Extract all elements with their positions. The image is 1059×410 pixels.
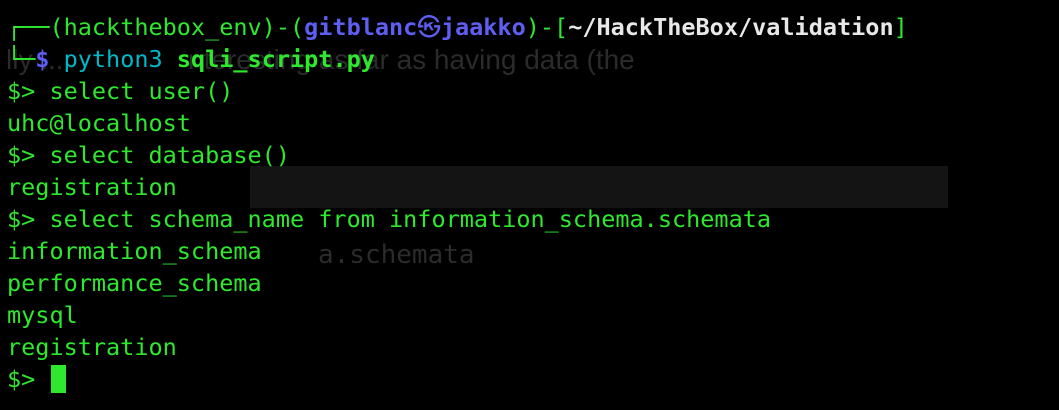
prompt-username: gitblanc <box>304 13 418 41</box>
sqli-result-text: registration <box>7 333 177 361</box>
prompt-dash: - <box>275 13 290 41</box>
sqli-input-line: $> select database() <box>7 139 1059 171</box>
command-argument: sqli_script.py <box>176 45 375 73</box>
sqli-output-line: registration <box>7 171 1059 203</box>
command-word: python3 <box>63 45 163 73</box>
sqli-prompt: $> <box>7 205 36 233</box>
virtualenv-label: (hackthebox_env) <box>49 13 276 41</box>
prompt-corner-top: ┌── <box>7 13 50 41</box>
sqli-session-output: $> select user() uhc@localhost $> select d… <box>7 75 1059 363</box>
prompt-dash-2: - <box>539 13 555 41</box>
sqli-prompt: $> <box>7 141 36 169</box>
sqli-input-line: $> select user() <box>7 75 1059 107</box>
sqli-result-text: uhc@localhost <box>7 109 191 137</box>
sqli-result-text: registration <box>7 173 177 201</box>
sqli-output-line: information_schema <box>7 235 1059 267</box>
prompt-corner-bottom: └─ <box>7 45 36 73</box>
sqli-output-line: performance_schema <box>7 267 1059 299</box>
terminal-window[interactable]: ┌──(hackthebox_env)-(gitblanc㉿jaakko)-[~… <box>0 0 1059 395</box>
sqli-prompt: $> <box>7 77 36 105</box>
sqli-output-line: uhc@localhost <box>7 107 1059 139</box>
sqli-output-line: mysql <box>7 299 1059 331</box>
sqli-prompt: $> <box>7 365 36 393</box>
terminal-cursor[interactable] <box>51 365 67 393</box>
sqli-result-text: information_schema <box>7 237 262 265</box>
sqli-output-line: registration <box>7 331 1059 363</box>
sqli-query-text: select database() <box>49 141 290 169</box>
prompt-dollar: $ <box>35 45 50 73</box>
command-line: └─$ python3 sqli_script.py <box>7 43 1059 75</box>
prompt-working-directory: ~/HackTheBox/validation <box>568 13 894 41</box>
active-prompt-line[interactable]: $> <box>7 363 1059 395</box>
sqli-query-text: select schema_name from information_sche… <box>49 205 772 233</box>
sqli-result-text: performance_schema <box>7 269 262 297</box>
prompt-header-line: ┌──(hackthebox_env)-(gitblanc㉿jaakko)-[~… <box>7 13 908 41</box>
sqli-input-line: $> select schema_name from information_s… <box>7 203 1059 235</box>
sqli-result-text: mysql <box>7 301 78 329</box>
skull-icon: ㉿ <box>417 13 441 41</box>
prompt-hostname: jaakko <box>440 13 526 41</box>
sqli-query-text: select user() <box>49 77 234 105</box>
